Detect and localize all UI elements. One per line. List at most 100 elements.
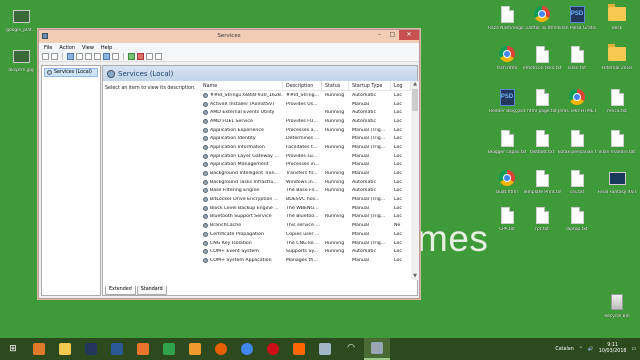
taskbar-windows-media-button[interactable] bbox=[26, 338, 52, 360]
desktop-icon-21[interactable]: rpt.txt bbox=[523, 205, 561, 245]
taskbar-xiaomi-button[interactable] bbox=[286, 338, 312, 360]
tab-standard[interactable]: Standard bbox=[136, 286, 167, 295]
desktop-icon-11[interactable]: renca.txt bbox=[598, 87, 636, 127]
desktop-icon-6[interactable]: iklan.txt bbox=[558, 44, 596, 84]
scroll-down-icon[interactable]: ▼ bbox=[411, 273, 419, 280]
table-row[interactable]: Application Experience Processes a... Runn… bbox=[200, 126, 419, 135]
desktop-icon-1[interactable]: Daftar isi.html bbox=[523, 4, 561, 44]
desktop-icon-left-0[interactable]: google_plat... bbox=[2, 6, 40, 46]
column-startup-type[interactable]: Startup Type bbox=[349, 81, 391, 90]
help-icon[interactable] bbox=[103, 53, 110, 60]
clock[interactable]: 9:11 10/03/2018 bbox=[599, 343, 627, 355]
properties-icon[interactable] bbox=[76, 53, 83, 60]
taskbar-start-button[interactable]: ⊞ bbox=[0, 338, 26, 360]
table-row[interactable]: Application Information Facilitates t... R… bbox=[200, 143, 419, 152]
desktop-icon-3[interactable]: desk bbox=[598, 4, 636, 44]
table-row[interactable]: Application Management Processes in... Man… bbox=[200, 161, 419, 170]
view-icon[interactable] bbox=[112, 53, 119, 60]
menu-help[interactable]: Help bbox=[101, 45, 112, 51]
console-tree-icon[interactable] bbox=[67, 53, 74, 60]
column-log-on-as[interactable]: Log bbox=[391, 81, 411, 90]
desktop-icon-7[interactable]: Hiternal 2018 bbox=[598, 44, 636, 84]
tab-extended[interactable]: Extended bbox=[105, 286, 136, 295]
table-row[interactable]: BitLocker Drive Encryption ... BDESVC hos… bbox=[200, 195, 419, 204]
column-description[interactable]: Description bbox=[283, 81, 322, 90]
table-row[interactable]: Application Identity Determines ... Manual… bbox=[200, 134, 419, 143]
taskbar-services-button[interactable] bbox=[364, 338, 390, 360]
maximize-button[interactable]: □ bbox=[386, 30, 399, 40]
desktop-icon-23[interactable]: Recycle Bin bbox=[598, 292, 636, 332]
taskbar-opera-button[interactable] bbox=[260, 338, 286, 360]
taskbar-file-explorer-button[interactable] bbox=[52, 338, 78, 360]
table-row[interactable]: COM+ System Application Manages th... Manu… bbox=[200, 256, 419, 265]
scroll-up-icon[interactable]: ▲ bbox=[411, 81, 419, 88]
table-row[interactable]: ##Id_String1.6844F930_1628... ##Id_String… bbox=[200, 91, 419, 100]
taskbar-photoshop-button[interactable] bbox=[78, 338, 104, 360]
table-row[interactable]: Background Tasks Infrastru... Windows in.… bbox=[200, 178, 419, 187]
table-row[interactable]: Base Filtering Engine The Base Fil... Runn… bbox=[200, 187, 419, 196]
desktop-icon-16[interactable]: buat.html bbox=[488, 168, 526, 208]
desktop-icon-20[interactable]: CPA.txt bbox=[488, 205, 526, 245]
table-row[interactable]: AMD FUEL Service Provides FU... Running Aut… bbox=[200, 117, 419, 126]
refresh-icon[interactable] bbox=[85, 53, 92, 60]
desktop-icon-15[interactable]: iklan mandiri.txt bbox=[598, 128, 636, 168]
table-row[interactable]: AMD External Events Utility Running Automa… bbox=[200, 108, 419, 117]
table-row[interactable]: Block Level Backup Engine ... The WBENG..… bbox=[200, 204, 419, 213]
desktop-icon-8[interactable]: PSD Header Blog.psd bbox=[488, 87, 526, 127]
tree-item-services-local[interactable]: Services (Local) bbox=[44, 68, 98, 77]
column-status[interactable]: Status bbox=[322, 81, 349, 90]
column-name[interactable]: Name bbox=[200, 81, 283, 90]
tray-arrow-icon[interactable]: ⌃ bbox=[579, 347, 583, 352]
scrollbar-thumb[interactable] bbox=[412, 89, 418, 111]
start-service-icon[interactable] bbox=[128, 53, 135, 60]
table-row[interactable]: ActiveX Installer (AxInstSV) Provides Us.… bbox=[200, 100, 419, 109]
table-row[interactable]: Background Intelligent Tran... Transfers … bbox=[200, 169, 419, 178]
desktop-icon-12[interactable]: Blogger copas.txt bbox=[488, 128, 526, 168]
table-row[interactable]: COM+ Event System Supports Sy... Running Au… bbox=[200, 247, 419, 256]
table-row[interactable]: BranchCache This service ... Manual Ne bbox=[200, 221, 419, 230]
pause-service-icon[interactable] bbox=[146, 53, 153, 60]
forward-icon[interactable] bbox=[51, 53, 58, 60]
table-row[interactable]: Certificate Propagation Copies user ... Ma… bbox=[200, 230, 419, 239]
desktop-icon-0[interactable]: Raza Nastimegir... bbox=[488, 4, 526, 44]
taskbar-chrome-button[interactable] bbox=[234, 338, 260, 360]
desktop-icon-14[interactable]: kotak pencarian.txt bbox=[558, 128, 596, 168]
stop-service-icon[interactable] bbox=[137, 53, 144, 60]
desktop-icon-13[interactable]: fastbott.txt bbox=[523, 128, 561, 168]
taskbar-tool-button[interactable] bbox=[312, 338, 338, 360]
export-list-icon[interactable] bbox=[94, 53, 101, 60]
desktop-icon-5[interactable]: emoticon teks.txt bbox=[523, 44, 561, 84]
desktop-icon-10[interactable]: Jeras Teks HTML.html bbox=[558, 87, 596, 127]
back-icon[interactable] bbox=[42, 53, 49, 60]
desktop-icon-22[interactable]: laptop.txt bbox=[558, 205, 596, 245]
desktop-icon-left-1[interactable]: aksjzrm.jpg bbox=[2, 46, 40, 86]
close-button[interactable]: ✕ bbox=[399, 30, 419, 40]
restart-service-icon[interactable] bbox=[155, 53, 162, 60]
volume-icon[interactable]: 🔊 bbox=[588, 347, 594, 352]
taskbar-wifi-button[interactable]: ◠ bbox=[338, 338, 364, 360]
services-window[interactable]: Services – □ ✕ File Action View Help Ser… bbox=[38, 29, 420, 299]
desktop-icon-17[interactable]: Template Print.txt bbox=[523, 168, 561, 208]
text-file-icon bbox=[568, 205, 586, 225]
desktop-icon-4[interactable]: fsch.html bbox=[488, 44, 526, 84]
taskbar-sublime-button[interactable] bbox=[182, 338, 208, 360]
desktop-icon-19[interactable]: Final Fantasy XV.Camp.jpg bbox=[598, 168, 636, 208]
minimize-button[interactable]: – bbox=[373, 30, 386, 40]
desktop-icon-9[interactable]: html page.txt bbox=[523, 87, 561, 127]
menu-file[interactable]: File bbox=[44, 45, 52, 51]
taskbar-wps-spreadsheet-button[interactable] bbox=[156, 338, 182, 360]
vertical-scrollbar[interactable]: ▲ ▼ bbox=[411, 81, 419, 280]
desktop-icon-2[interactable]: PSD Iklan Pulsa Gratis.psd bbox=[558, 4, 596, 44]
title-bar[interactable]: Services – □ ✕ bbox=[39, 30, 419, 43]
menu-action[interactable]: Action bbox=[59, 45, 75, 51]
desktop-icon-18[interactable]: css.txt bbox=[558, 168, 596, 208]
notifications-icon[interactable]: ▭ bbox=[631, 347, 636, 352]
table-row[interactable]: Bluetooth Support Service The Bluetoo... R… bbox=[200, 213, 419, 222]
table-row[interactable]: Application Layer Gateway ... Provides su… bbox=[200, 152, 419, 161]
taskbar-firefox-button[interactable] bbox=[208, 338, 234, 360]
language-indicator[interactable]: Catalan bbox=[555, 347, 573, 352]
taskbar-word-button[interactable] bbox=[104, 338, 130, 360]
taskbar-wps-presentation-button[interactable] bbox=[130, 338, 156, 360]
menu-view[interactable]: View bbox=[82, 45, 94, 51]
table-row[interactable]: CNG Key Isolation The CNG ke... Running Man… bbox=[200, 239, 419, 248]
